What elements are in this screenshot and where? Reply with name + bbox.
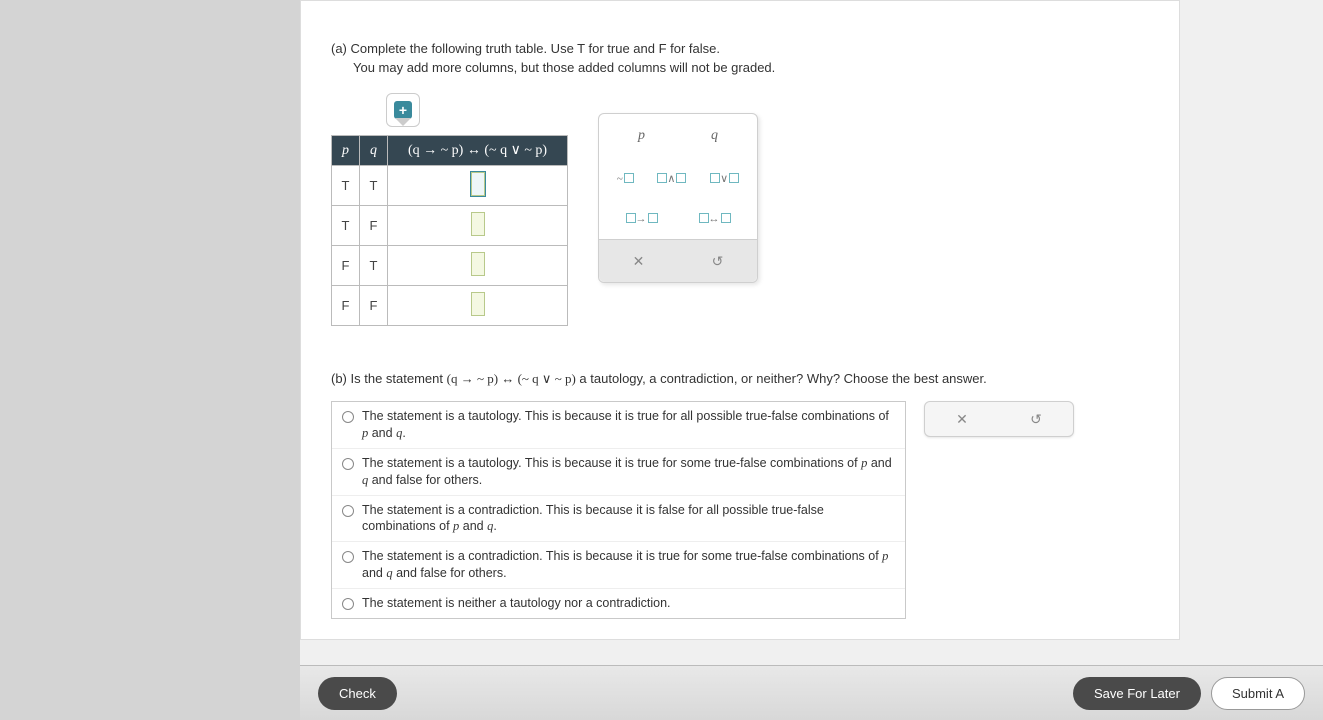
palette-q[interactable]: q (703, 124, 726, 148)
radio-button[interactable] (342, 551, 354, 563)
part-a-header: (a) Complete the following truth table. … (331, 41, 1149, 56)
symbol-palette: p q ~ ∧ ∨ → ↔ ✕ ↺ (598, 113, 758, 283)
option-label: The statement is neither a tautology nor… (362, 595, 671, 612)
col-header-p: p (332, 136, 360, 166)
submit-button[interactable]: Submit A (1211, 677, 1305, 710)
close-icon[interactable]: ✕ (628, 250, 650, 272)
undo-icon[interactable]: ↺ (1025, 408, 1047, 430)
palette-and[interactable]: ∧ (649, 168, 694, 189)
footer-bar: Check Save For Later Submit A (300, 665, 1323, 720)
option-row: The statement is a contradiction. This i… (332, 542, 905, 589)
part-a-subtext: You may add more columns, but those adde… (353, 60, 1149, 75)
option-row: The statement is neither a tautology nor… (332, 589, 905, 618)
reset-icon[interactable]: ↺ (707, 250, 729, 272)
save-for-later-button[interactable]: Save For Later (1073, 677, 1201, 710)
truth-input[interactable] (471, 172, 485, 196)
part-b-header: (b) Is the statement (q → ~ p) ↔ (~ q ∨ … (331, 371, 1149, 387)
part-b-reset-box: ✕ ↺ (924, 401, 1074, 437)
option-row: The statement is a tautology. This is be… (332, 449, 905, 496)
table-row: T F (332, 206, 568, 246)
table-row: T T (332, 166, 568, 206)
radio-button[interactable] (342, 458, 354, 470)
col-header-expr: (q → ~ p) ↔ (~ q ∨ ~ p) (388, 136, 568, 166)
truth-input[interactable] (471, 292, 485, 316)
col-header-q: q (360, 136, 388, 166)
add-column-button[interactable]: + (386, 93, 420, 127)
radio-button[interactable] (342, 411, 354, 423)
option-label: The statement is a tautology. This is be… (362, 455, 895, 489)
truth-input[interactable] (471, 252, 485, 276)
palette-cond[interactable]: → (618, 209, 666, 229)
palette-p[interactable]: p (630, 124, 653, 148)
option-label: The statement is a contradiction. This i… (362, 502, 895, 536)
radio-button[interactable] (342, 598, 354, 610)
option-label: The statement is a contradiction. This i… (362, 548, 895, 582)
palette-not[interactable]: ~ (609, 169, 642, 189)
options-box: The statement is a tautology. This is be… (331, 401, 906, 619)
close-icon[interactable]: ✕ (951, 408, 973, 430)
radio-button[interactable] (342, 505, 354, 517)
table-row: F T (332, 246, 568, 286)
plus-icon: + (394, 101, 412, 119)
truth-input[interactable] (471, 212, 485, 236)
option-label: The statement is a tautology. This is be… (362, 408, 895, 442)
option-row: The statement is a contradiction. This i… (332, 496, 905, 543)
palette-bicond[interactable]: ↔ (691, 209, 739, 229)
palette-or[interactable]: ∨ (702, 168, 747, 189)
check-button[interactable]: Check (318, 677, 397, 710)
table-row: F F (332, 286, 568, 326)
option-row: The statement is a tautology. This is be… (332, 402, 905, 449)
truth-table: p q (q → ~ p) ↔ (~ q ∨ ~ p) T T T F (331, 135, 568, 326)
